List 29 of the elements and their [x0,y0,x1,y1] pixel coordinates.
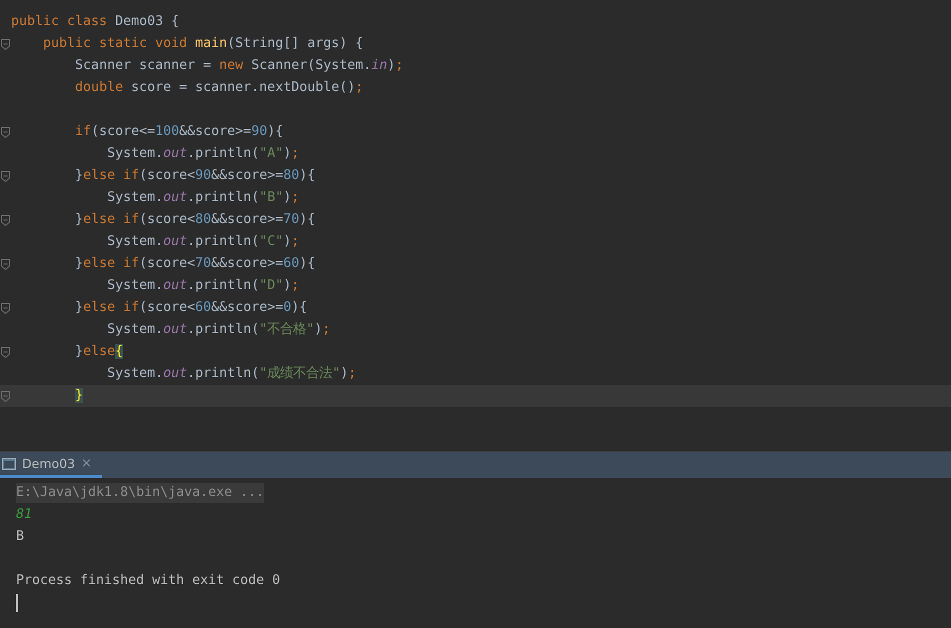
code-line: System.out.println("D"); [106,277,300,295]
fold-icon[interactable] [1,346,10,358]
run-tab[interactable]: Demo03 × [0,452,102,478]
fold-icon[interactable] [1,258,10,270]
code-line: public class Demo03 { [11,13,180,31]
fold-icon[interactable] [1,390,10,402]
fold-icon[interactable] [1,170,10,182]
code-line: System.out.println("A"); [106,145,300,163]
code-line: }else if(score<70&&score>=60){ [74,255,316,273]
fold-icon[interactable] [1,302,10,314]
code-line: if(score<=100&&score>=90){ [74,123,284,141]
code-line: }else{ [74,343,124,361]
code-line: }else if(score<80&&score>=70){ [74,211,316,229]
code-line: System.out.println("成绩不合法"); [106,365,356,383]
code-line: Scanner scanner = new Scanner(System.in); [74,57,404,75]
console-line: 81 [16,506,32,524]
console-line: Process finished with exit code 0 [16,572,280,590]
code-line: public static void main(String[] args) { [42,35,364,53]
console-line: B [16,528,24,546]
code-line: System.out.println("不合格"); [106,321,330,339]
fold-icon[interactable] [1,214,10,226]
code-line: double score = scanner.nextDouble(); [74,79,364,97]
fold-icon[interactable] [1,126,10,138]
code-line: }else if(score<60&&score>=0){ [74,299,308,317]
fold-icon[interactable] [1,38,10,50]
code-line: }else if(score<90&&score>=80){ [74,167,316,185]
code-line: System.out.println("C"); [106,233,300,251]
code-line: System.out.println("B"); [106,189,300,207]
close-icon[interactable]: × [81,456,92,471]
